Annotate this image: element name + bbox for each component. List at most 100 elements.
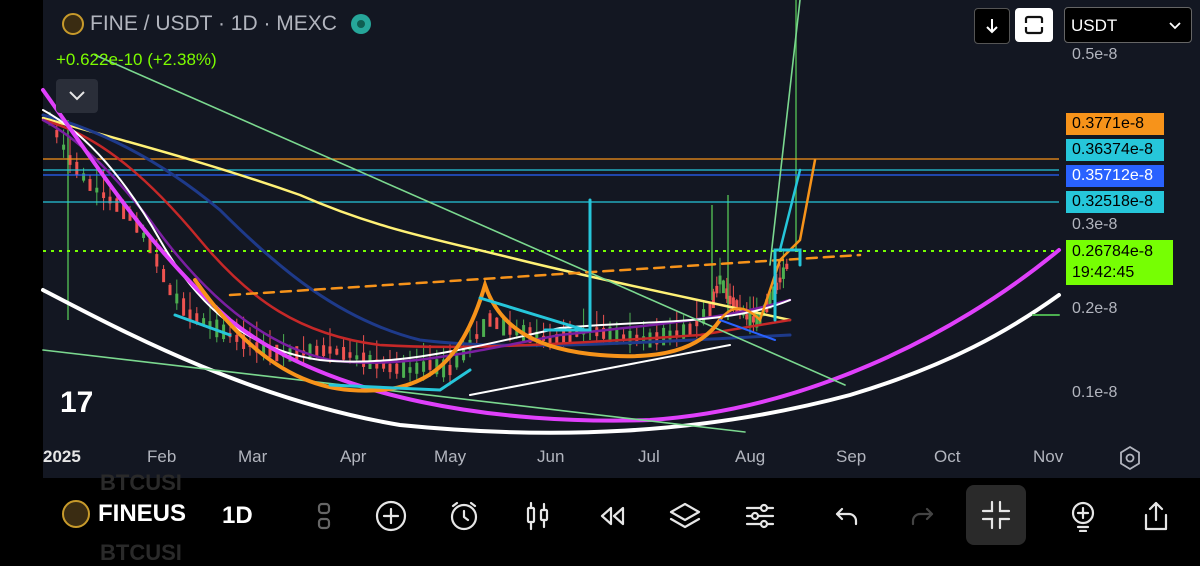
candle-body: [415, 362, 419, 374]
current-price: 0.26784e-8: [1072, 243, 1153, 260]
chevron-down-icon: [69, 91, 85, 101]
candle-body: [475, 334, 479, 339]
time-label: 2025: [43, 447, 81, 466]
candle-body: [235, 334, 239, 342]
currency-select[interactable]: USDT: [1064, 7, 1192, 43]
replay-icon: [600, 506, 625, 526]
chart-type-button[interactable]: [518, 496, 558, 536]
currency-select-value: USDT: [1071, 16, 1118, 35]
more-vertical-button[interactable]: [304, 496, 344, 536]
candle-body: [751, 316, 755, 323]
price-tick: 0.3e-8: [1072, 216, 1118, 233]
price-label-cyan-2: 0.32518e-8: [1066, 191, 1164, 213]
time-label: Jun: [537, 447, 565, 466]
candle-body: [748, 313, 752, 327]
interval-button[interactable]: 1D: [222, 502, 253, 530]
download-button[interactable]: [974, 8, 1010, 44]
candle-body: [142, 232, 146, 238]
frame-icon: [1024, 15, 1044, 35]
add-indicator-button[interactable]: [371, 496, 411, 536]
undo-button[interactable]: [827, 496, 867, 536]
candle-body: [428, 360, 432, 370]
candle-body: [562, 329, 566, 344]
settings-sliders-icon: [745, 503, 775, 529]
candle-body: [488, 313, 492, 327]
candle-body: [785, 263, 789, 270]
layers-button[interactable]: [665, 496, 705, 536]
candle-body: [708, 301, 712, 319]
price-tick: 0.1e-8: [1072, 384, 1118, 401]
candle-body: [162, 269, 166, 283]
candle-body: [745, 314, 749, 320]
alert-clock-icon: [450, 501, 478, 531]
candle-body: [781, 267, 785, 279]
replay-button[interactable]: [592, 496, 632, 536]
candle-body: [495, 317, 499, 330]
tradingview-logo: 17: [60, 386, 93, 419]
toolbar-symbol: FINEUS: [98, 500, 187, 527]
symbol-ghost-bottom: BTCUSI: [100, 540, 182, 565]
candle-body: [395, 363, 399, 374]
candle-body: [455, 355, 459, 368]
time-label: Nov: [1033, 447, 1064, 466]
fine-logo-icon: [62, 500, 90, 528]
candle-body: [402, 361, 406, 378]
alert-button[interactable]: [444, 496, 484, 536]
candle-body: [55, 129, 59, 138]
fine-logo-icon: [62, 13, 84, 35]
time-label: May: [434, 447, 467, 466]
price-change: +0.622e-10 (+2.38%): [56, 50, 217, 69]
candle-body: [388, 363, 392, 373]
settings-button[interactable]: [740, 496, 780, 536]
candle-body: [335, 348, 339, 355]
candle-body: [115, 198, 119, 212]
time-label: Sep: [836, 447, 867, 466]
candle-body: [182, 298, 186, 316]
candle-body: [75, 161, 79, 176]
time-label: Mar: [238, 447, 268, 466]
candle-body: [715, 285, 719, 294]
more-vertical-icon: [317, 502, 331, 530]
price-tick: 0.2e-8: [1072, 300, 1118, 317]
hint-button[interactable]: [1063, 496, 1103, 536]
undo-icon: [835, 507, 858, 526]
candle-body: [102, 192, 106, 199]
candle-body: [355, 355, 359, 360]
share-button[interactable]: [1136, 496, 1176, 536]
price-label-cyan: 0.36374e-8: [1066, 139, 1164, 161]
symbol-title: FINE / USDT · 1D · MEXC: [90, 12, 337, 35]
collapse-button[interactable]: [966, 485, 1026, 545]
time-label: Feb: [147, 447, 177, 466]
candle-body: [88, 179, 92, 191]
candle-body: [482, 319, 486, 337]
candle-body: [362, 352, 366, 367]
candle-body: [648, 332, 652, 348]
price-label-orange: 0.3771e-8: [1066, 113, 1164, 135]
symbol-header[interactable]: FINE / USDT · 1D · MEXC: [62, 12, 371, 36]
candle-body: [62, 144, 66, 150]
arrow-down-icon: [986, 19, 998, 34]
symbol-button[interactable]: FINEUS: [62, 500, 186, 528]
collapse-legend-button[interactable]: [56, 79, 98, 113]
time-label: Jul: [638, 447, 660, 466]
candle-body: [348, 352, 352, 358]
layers-icon: [669, 502, 701, 529]
share-icon: [1144, 501, 1168, 531]
candle-body: [175, 293, 179, 304]
candle-body: [328, 346, 332, 354]
candle-body: [718, 275, 722, 285]
hint-bulb-icon: [1071, 501, 1095, 532]
price-label-current: 0.26784e-8 19:42:45: [1066, 240, 1173, 285]
chart-settings-button[interactable]: [1116, 444, 1144, 472]
add-indicator-icon: [375, 500, 407, 532]
symbol-ghost-top: BTCUSI: [100, 470, 182, 495]
redo-icon: [911, 507, 934, 526]
candle-body: [68, 155, 72, 165]
candle-body: [342, 347, 346, 360]
candle-body: [408, 367, 412, 373]
fullscreen-button[interactable]: [1015, 8, 1053, 42]
redo-button[interactable]: [902, 496, 942, 536]
candle-body: [322, 345, 326, 357]
time-label: Oct: [934, 447, 961, 466]
candle-body: [168, 284, 172, 296]
